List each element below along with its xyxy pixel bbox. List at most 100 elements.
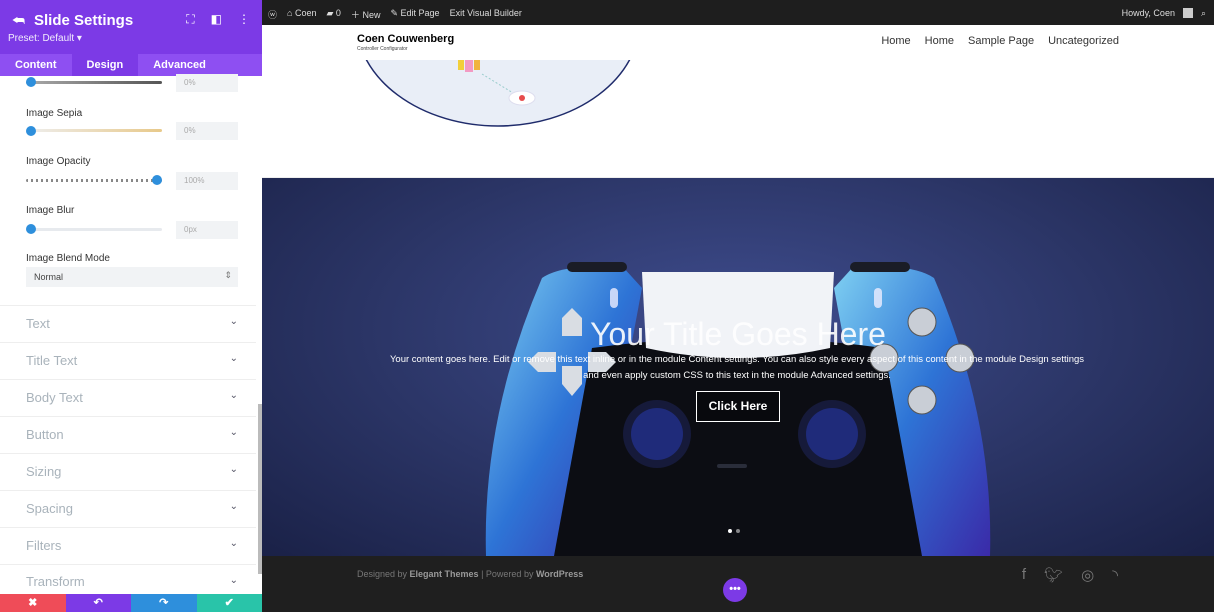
pencil-icon: ✎ [390, 8, 399, 18]
columns-icon[interactable]: ◧ [211, 12, 222, 27]
wordpress-logo-icon[interactable]: ⓦ [268, 8, 277, 21]
nav-item-home[interactable]: Home [881, 35, 910, 47]
group-sizing-label: Sizing [26, 464, 62, 479]
slide-button[interactable]: Click Here [696, 391, 780, 422]
site-header: Coen Couwenberg Controller Configurator … [262, 25, 1214, 60]
redo-icon: ↷ [159, 597, 169, 609]
image-blur-track[interactable] [26, 228, 162, 231]
setting-image-sepia: Image Sepia 0% [26, 108, 240, 140]
elegant-themes-link[interactable]: Elegant Themes [410, 569, 479, 579]
image-opacity-handle[interactable] [152, 175, 162, 185]
group-text-label: Text [26, 316, 50, 331]
save-button[interactable]: ✔ [196, 594, 262, 612]
panel-footer-actions: ✖ ↶ ↷ ✔ [0, 594, 262, 612]
site-tagline: Controller Configurator [357, 46, 408, 52]
site-title[interactable]: Coen Couwenberg [357, 33, 454, 45]
wordpress-link[interactable]: WordPress [536, 569, 583, 579]
group-filters[interactable]: Filters ⌄ [0, 527, 256, 564]
avatar[interactable] [1182, 8, 1193, 18]
back-arrow-icon[interactable]: ⮪ [12, 12, 25, 29]
credit-prefix: Designed by [357, 569, 410, 579]
redo-button[interactable]: ↷ [131, 594, 197, 612]
tab-advanced[interactable]: Advanced [138, 54, 221, 76]
previous-section [262, 60, 1214, 178]
panel-title: Slide Settings [34, 12, 134, 29]
group-body-text-label: Body Text [26, 390, 83, 405]
check-icon: ✔ [224, 597, 234, 609]
site-name: Coen [294, 8, 317, 18]
nav-item-uncategorized[interactable]: Uncategorized [1048, 35, 1119, 47]
image-sepia-track[interactable] [26, 129, 162, 132]
more-options-icon[interactable]: ⋮ [238, 12, 250, 27]
slide-content[interactable]: Your content goes here. Edit or remove t… [382, 352, 1092, 384]
rss-icon[interactable]: ◝ [1112, 566, 1118, 584]
tab-design[interactable]: Design [71, 54, 139, 76]
group-title-text-label: Title Text [26, 353, 78, 368]
instagram-icon[interactable]: ◎ [1081, 566, 1094, 584]
image-opacity-value-field[interactable]: 100% [176, 172, 238, 190]
nav-item-sample-page[interactable]: Sample Page [968, 35, 1034, 47]
group-body-text[interactable]: Body Text ⌄ [0, 379, 256, 416]
chevron-down-icon: ⌄ [229, 427, 238, 438]
admin-site-link[interactable]: ⌂ Coen [287, 8, 316, 21]
image-sepia-handle[interactable] [26, 126, 36, 136]
plus-icon: ＋ [350, 10, 360, 20]
group-text[interactable]: Text ⌄ [0, 305, 256, 342]
previous-slider-handle[interactable] [26, 77, 36, 87]
edit-page-link[interactable]: ✎ Edit Page [390, 8, 439, 21]
social-links: f 🐦︎ ◎ ◝ [1022, 566, 1118, 584]
group-sizing[interactable]: Sizing ⌄ [0, 453, 256, 490]
image-sepia-value-field[interactable]: 0% [176, 122, 238, 140]
group-spacing[interactable]: Spacing ⌄ [0, 490, 256, 527]
image-blur-value-field[interactable]: 0px [176, 221, 238, 239]
main-navigation: Home Home Sample Page Uncategorized [881, 35, 1119, 47]
image-blend-mode-select[interactable]: Normal ⇕ [26, 267, 238, 287]
setting-image-blend-mode: Image Blend Mode Normal ⇕ [26, 253, 240, 287]
image-opacity-track[interactable] [26, 179, 162, 182]
discard-button[interactable]: ✖ [0, 594, 66, 612]
nav-item-home-2[interactable]: Home [925, 35, 954, 47]
credit-separator: | Powered by [478, 569, 536, 579]
image-blur-label: Image Blur [26, 205, 75, 216]
image-blend-mode-label: Image Blend Mode [26, 253, 110, 264]
footer-credit: Designed by Elegant Themes | Powered by … [357, 569, 583, 579]
tab-content[interactable]: Content [0, 54, 72, 76]
group-transform-label: Transform [26, 574, 85, 589]
comment-icon: ▰ [326, 8, 334, 18]
more-horizontal-icon: ••• [729, 583, 741, 595]
undo-button[interactable]: ↶ [65, 594, 131, 612]
slider-pagination [728, 529, 740, 533]
search-icon[interactable]: ⌕ [1201, 8, 1206, 19]
exit-visual-builder-link[interactable]: Exit Visual Builder [450, 8, 522, 21]
facebook-icon[interactable]: f [1022, 566, 1026, 584]
hero-slider: Your Title Goes Here Your content goes h… [262, 178, 1214, 556]
previous-value-field[interactable]: 0% [176, 74, 238, 92]
panel-header: ⮪ Slide Settings Preset: Default ▾ ⛶ ◧ ⋮ [0, 0, 262, 54]
undo-icon: ↶ [93, 597, 103, 609]
group-button[interactable]: Button ⌄ [0, 416, 256, 453]
chevron-down-icon: ⌄ [229, 390, 238, 401]
image-opacity-label: Image Opacity [26, 156, 91, 167]
chevron-down-icon: ⌄ [229, 538, 238, 549]
group-spacing-label: Spacing [26, 501, 73, 516]
new-link[interactable]: ＋ New [351, 8, 381, 21]
twitter-icon[interactable]: 🐦︎ [1044, 566, 1063, 584]
preset-selector[interactable]: Preset: Default ▾ [8, 33, 82, 44]
slider-dot-2[interactable] [736, 529, 740, 533]
chevron-down-icon: ⌄ [229, 316, 238, 327]
comments-link[interactable]: ▰ 0 [326, 8, 340, 21]
setting-image-opacity: Image Opacity 100% [26, 156, 240, 190]
howdy-account-link[interactable]: Howdy, Coen [1122, 8, 1175, 19]
previous-slider-track[interactable] [26, 81, 162, 84]
edit-page-label: Edit Page [400, 8, 440, 18]
site-footer: Designed by Elegant Themes | Powered by … [262, 556, 1214, 612]
builder-menu-button[interactable]: ••• [723, 578, 747, 602]
new-label: New [362, 10, 381, 20]
chevron-down-icon: ⌄ [229, 353, 238, 364]
group-title-text[interactable]: Title Text ⌄ [0, 342, 256, 379]
slide-title[interactable]: Your Title Goes Here [262, 316, 1214, 353]
expand-icon[interactable]: ⛶ [186, 12, 194, 27]
slider-dot-1[interactable] [728, 529, 732, 533]
group-filters-label: Filters [26, 538, 62, 553]
image-blur-handle[interactable] [26, 224, 36, 234]
